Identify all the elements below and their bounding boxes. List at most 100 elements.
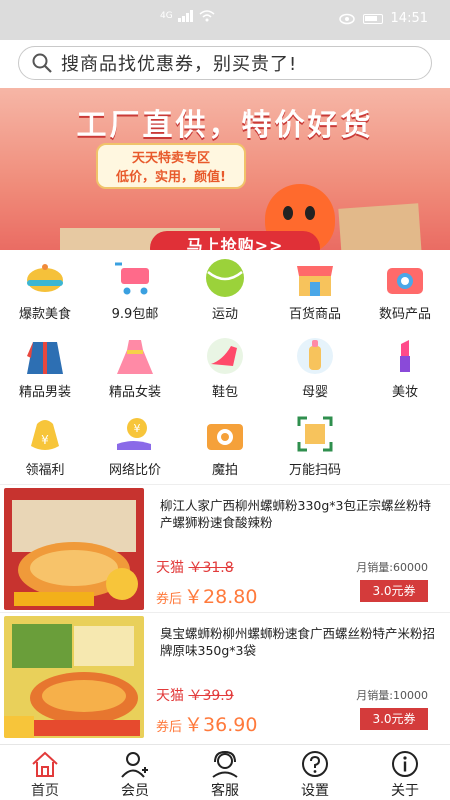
tab-label: 设置 [301,783,329,799]
monthly-sales: 月销量:10000 [356,689,428,702]
wifi-icon [199,10,215,22]
coin-hand-icon: ¥ [113,412,157,456]
grab-now-button[interactable]: 马上抢购>> [150,231,320,250]
status-right: 14:51 [338,11,428,26]
category-label: 9.9包邮 [111,307,159,322]
category-label: 网络比价 [108,463,161,478]
category-99-free-shipping[interactable]: 9.9包邮 [90,252,180,330]
category-label: 魔拍 [211,463,238,478]
category-label: 领福利 [25,463,65,478]
bubble-line-1: 天天特卖专区 [131,151,210,166]
scan-frame-icon [293,412,337,456]
home-icon [30,749,60,779]
camera-orange-icon [203,412,247,456]
battery-icon [362,13,383,24]
category-label: 鞋包 [211,385,238,400]
search-bar: 搜商品找优惠券，别买贵了! [0,40,450,88]
tab-about[interactable]: 关于 [360,745,450,800]
jacket-icon [23,334,67,378]
tab-label: 关于 [391,783,419,799]
banner-bubble: 天天特卖专区 低价，实用，颜值! [96,143,246,189]
search-input[interactable]: 搜商品找优惠券，别买贵了! [18,46,432,80]
status-bar: 4G 14:51 [0,0,450,40]
tab-home[interactable]: 首页 [0,745,90,800]
final-price: ￥28.80 [184,586,258,608]
after-coupon-label: 券后 [156,720,183,735]
tab-member[interactable]: 会员 [90,745,180,800]
product-card[interactable]: 臭宝螺蛳粉柳州螺蛳粉速食广西螺丝粉特产米粉招牌原味350g*3袋 天猫 ￥39.… [0,612,450,740]
high-heel-icon [203,334,247,378]
category-womens-wear[interactable]: 精品女装 [90,330,180,408]
category-label: 数码产品 [378,307,431,322]
original-price: ￥31.8 [188,560,234,576]
signal-indicators: 4G [160,10,215,22]
product-title: 柳江人家广西柳州螺蛳粉330g*3包正宗螺丝粉特产螺狮粉速食酸辣粉 [160,498,431,530]
camera-icon [383,256,427,300]
tab-label: 首页 [31,783,59,799]
money-bag-icon: ¥ [23,412,67,456]
category-label: 母婴 [301,385,328,400]
product-image [4,488,144,610]
bottom-tab-bar: 首页 会员 客服 设置 关于 [0,744,450,800]
category-label: 精品女装 [108,385,161,400]
after-coupon-label: 券后 [156,592,183,607]
product-card[interactable]: 柳江人家广西柳州螺蛳粉330g*3包正宗螺丝粉特产螺狮粉速食酸辣粉 天猫 ￥31… [0,484,450,612]
category-sports[interactable]: 运动 [180,252,270,330]
category-food[interactable]: 爆款美食 [0,252,90,330]
tab-label: 会员 [121,783,149,799]
product-title: 臭宝螺蛳粉柳州螺蛳粉速食广西螺丝粉特产米粉招牌原味350g*3袋 [160,626,436,658]
boxes-illustration [338,203,422,250]
monthly-sales: 月销量:60000 [356,561,428,574]
search-placeholder: 搜商品找优惠券，别买贵了! [61,54,298,75]
platform-label: 天猫 [156,688,184,704]
baby-bottle-icon [293,334,337,378]
category-digital[interactable]: 数码产品 [360,252,450,330]
coupon-badge[interactable]: 3.0元券 [360,708,428,730]
category-welfare[interactable]: ¥ 领福利 [0,408,90,486]
svg-text:¥: ¥ [41,433,49,447]
product-image [4,616,144,738]
category-price-compare[interactable]: ¥ 网络比价 [90,408,180,486]
info-icon [390,749,420,779]
category-grid: 爆款美食 9.9包邮 运动 百货商品 数码产品 精品男装 精品女装 鞋包 母婴 … [0,252,450,486]
tab-customer-service[interactable]: 客服 [180,745,270,800]
svg-text:¥: ¥ [134,422,141,435]
store-icon [293,256,337,300]
tennis-ball-icon [203,256,247,300]
category-label: 百货商品 [288,307,341,322]
platform-original-price: 天猫 ￥31.8 [156,557,234,577]
category-makeup[interactable]: 美妆 [360,330,450,408]
category-scan[interactable]: 万能扫码 [270,408,360,486]
category-general-goods[interactable]: 百货商品 [270,252,360,330]
category-label: 爆款美食 [18,307,71,322]
promo-banner[interactable]: 工厂直供，特价好货 天天特卖专区 低价，实用，颜值! 马上抢购>> [0,88,450,250]
search-icon [27,48,57,78]
platform-label: 天猫 [156,560,184,576]
clock: 14:51 [390,11,428,26]
category-mens-wear[interactable]: 精品男装 [0,330,90,408]
original-price: ￥39.9 [188,688,234,704]
category-mother-baby[interactable]: 母婴 [270,330,360,408]
platform-original-price: 天猫 ￥39.9 [156,685,234,705]
after-coupon-price: 券后 ￥36.90 [156,710,257,737]
coupon-badge[interactable]: 3.0元券 [360,580,428,602]
category-label: 精品男装 [18,385,71,400]
network-type: 4G [160,11,173,21]
shopping-cart-icon [113,256,157,300]
dress-icon [113,334,157,378]
final-price: ￥36.90 [184,714,258,736]
signal-icon [177,10,193,22]
member-icon [120,749,150,779]
after-coupon-price: 券后 ￥28.80 [156,582,257,609]
headset-icon [210,749,240,779]
category-label: 运动 [211,307,238,322]
bubble-line-2: 低价，实用，颜值! [116,170,226,185]
product-list: 柳江人家广西柳州螺蛳粉330g*3包正宗螺丝粉特产螺狮粉速食酸辣粉 天猫 ￥31… [0,484,450,740]
question-icon [300,749,330,779]
category-magic-shot[interactable]: 魔拍 [180,408,270,486]
tab-settings[interactable]: 设置 [270,745,360,800]
category-shoes-bags[interactable]: 鞋包 [180,330,270,408]
banner-title: 工厂直供，特价好货 [76,108,374,143]
category-label: 美妆 [391,385,418,400]
food-cloche-icon [23,256,67,300]
